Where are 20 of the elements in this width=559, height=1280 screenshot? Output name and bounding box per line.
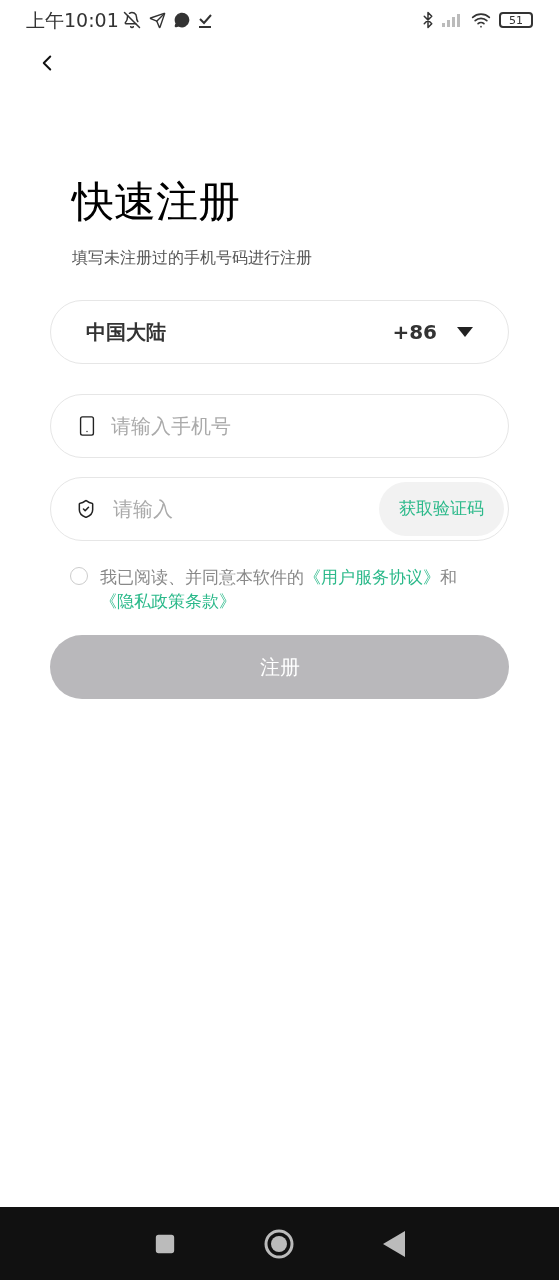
- user-agreement-link[interactable]: 《用户服务协议》: [304, 567, 440, 587]
- agreement-text: 我已阅读、并同意本软件的《用户服务协议》和 《隐私政策条款》: [100, 566, 458, 613]
- wifi-icon: [471, 10, 491, 30]
- status-time: 上午10:01: [26, 7, 119, 33]
- privacy-policy-link[interactable]: 《隐私政策条款》: [100, 591, 236, 611]
- recents-button[interactable]: [154, 1232, 177, 1255]
- shield-check-icon: [76, 499, 96, 519]
- back-nav-button[interactable]: [382, 1230, 405, 1257]
- signal-icon: [441, 12, 463, 28]
- bell-off-icon: [122, 11, 141, 29]
- battery-icon: 51: [499, 12, 533, 28]
- phone-field[interactable]: 请输入手机号: [50, 394, 509, 458]
- get-code-button[interactable]: 获取验证码: [379, 482, 504, 536]
- home-button[interactable]: [264, 1228, 295, 1259]
- subtitle: 填写未注册过的手机号码进行注册: [72, 247, 313, 269]
- send-icon: [148, 11, 166, 29]
- page-title: 快速注册: [72, 176, 241, 228]
- dropdown-caret-icon: [457, 327, 473, 337]
- chat-icon: [173, 12, 190, 28]
- download-done-icon: [197, 12, 212, 28]
